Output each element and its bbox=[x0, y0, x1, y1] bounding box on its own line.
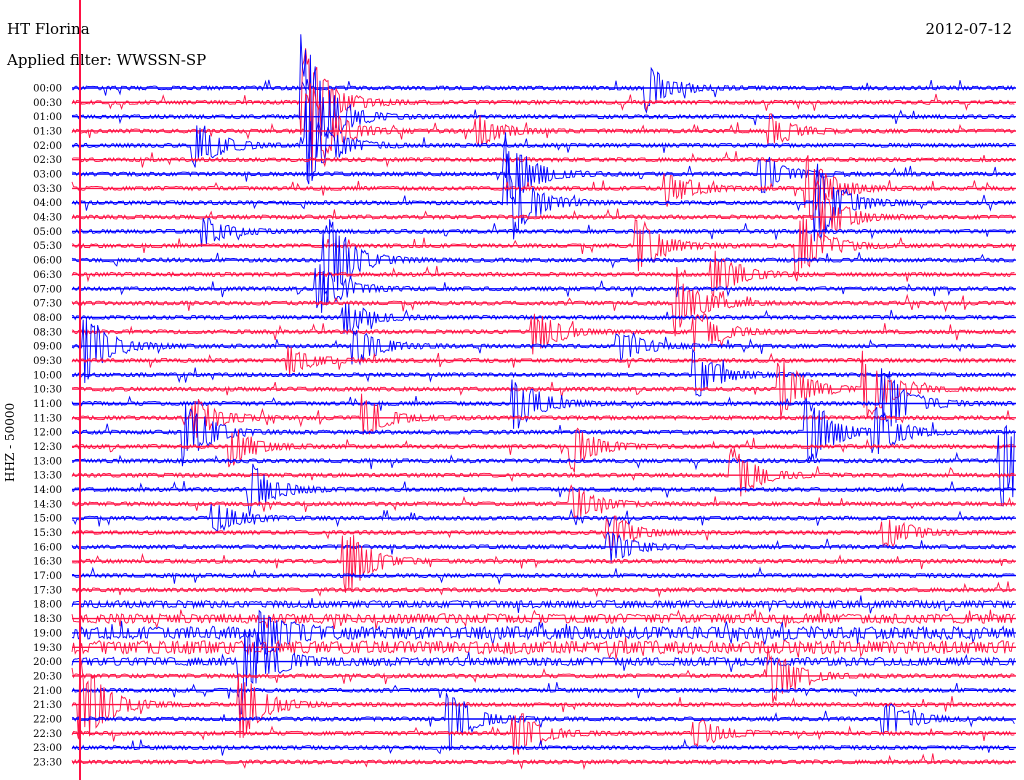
row-time-label: 07:00 bbox=[33, 284, 62, 295]
row-time-label: 21:30 bbox=[33, 700, 62, 711]
row-time-label: 04:30 bbox=[33, 213, 62, 224]
row-time-label: 20:00 bbox=[33, 657, 62, 668]
row-time-label: 17:00 bbox=[33, 571, 62, 582]
row-time-label: 05:00 bbox=[33, 227, 62, 238]
row-time-label: 14:00 bbox=[33, 485, 62, 496]
trace-row-1930 bbox=[71, 636, 1015, 660]
trace-row-1630 bbox=[71, 535, 1015, 593]
row-time-label: 20:30 bbox=[33, 671, 62, 682]
trace-row-1730 bbox=[71, 581, 1015, 598]
row-time-label: 02:30 bbox=[33, 155, 62, 166]
row-time-label: 03:00 bbox=[33, 170, 62, 181]
row-time-label: 10:00 bbox=[33, 370, 62, 381]
row-time-label: 11:30 bbox=[33, 413, 62, 424]
row-time-label: 02:00 bbox=[33, 141, 62, 152]
row-time-label: 23:00 bbox=[33, 743, 62, 754]
trace-row-0500 bbox=[71, 217, 1015, 247]
row-time-label: 14:30 bbox=[33, 499, 62, 510]
row-time-label: 13:00 bbox=[33, 456, 62, 467]
trace-row-0330 bbox=[71, 155, 1015, 220]
row-time-label: 18:30 bbox=[33, 614, 62, 625]
row-time-label: 16:30 bbox=[33, 557, 62, 568]
row-time-label: 15:00 bbox=[33, 514, 62, 525]
tick-labels: 00:00 00:30 01:00 01:30 02:00 02:30 03:00 03:30… bbox=[33, 84, 62, 769]
trace-row-0130 bbox=[71, 83, 1015, 176]
trace-row-2130 bbox=[71, 654, 1015, 739]
row-time-label: 08:30 bbox=[33, 327, 62, 338]
row-time-label: 01:30 bbox=[33, 127, 62, 138]
row-time-label: 18:00 bbox=[33, 600, 62, 611]
row-time-label: 22:00 bbox=[33, 715, 62, 726]
row-time-label: 16:00 bbox=[33, 542, 62, 553]
row-time-label: 00:00 bbox=[33, 84, 62, 95]
row-time-label: 06:30 bbox=[33, 270, 62, 281]
trace-row-2330 bbox=[71, 753, 1015, 770]
seismic-traces bbox=[71, 34, 1016, 770]
row-time-label: 08:00 bbox=[33, 313, 62, 324]
helicorder-plot: 00:00 00:30 01:00 01:30 02:00 02:30 03:00 03:30… bbox=[33, 0, 1016, 780]
row-time-label: 15:30 bbox=[33, 528, 62, 539]
row-time-label: 12:30 bbox=[33, 442, 62, 453]
row-time-label: 11:00 bbox=[33, 399, 62, 410]
row-time-label: 19:00 bbox=[33, 628, 62, 639]
row-time-label: 01:00 bbox=[33, 112, 62, 123]
trace-row-2230 bbox=[71, 713, 1015, 755]
trace-row-1300 bbox=[72, 424, 1015, 507]
trace-row-2200 bbox=[71, 692, 1015, 752]
trace-row-2030 bbox=[71, 645, 1015, 704]
row-time-label: 21:00 bbox=[33, 686, 62, 697]
row-time-label: 19:30 bbox=[33, 643, 62, 654]
row-time-label: 22:30 bbox=[33, 729, 62, 740]
row-time-label: 09:30 bbox=[33, 356, 62, 367]
row-time-label: 17:30 bbox=[33, 585, 62, 596]
row-time-label: 00:30 bbox=[33, 98, 62, 109]
row-time-label: 23:30 bbox=[33, 758, 62, 769]
trace-row-0830 bbox=[71, 312, 1015, 355]
trace-row-0000 bbox=[72, 66, 1015, 114]
row-time-label: 10:30 bbox=[33, 385, 62, 396]
row-time-label: 13:30 bbox=[33, 471, 62, 482]
row-time-label: 03:30 bbox=[33, 184, 62, 195]
row-time-label: 07:30 bbox=[33, 299, 62, 310]
trace-row-0100 bbox=[71, 34, 1015, 180]
trace-row-0030 bbox=[71, 48, 1015, 145]
row-time-label: 04:00 bbox=[33, 198, 62, 209]
row-time-label: 09:00 bbox=[33, 342, 62, 353]
row-time-label: 12:00 bbox=[33, 428, 62, 439]
row-time-label: 06:00 bbox=[33, 256, 62, 267]
row-time-label: 05:30 bbox=[33, 241, 62, 252]
